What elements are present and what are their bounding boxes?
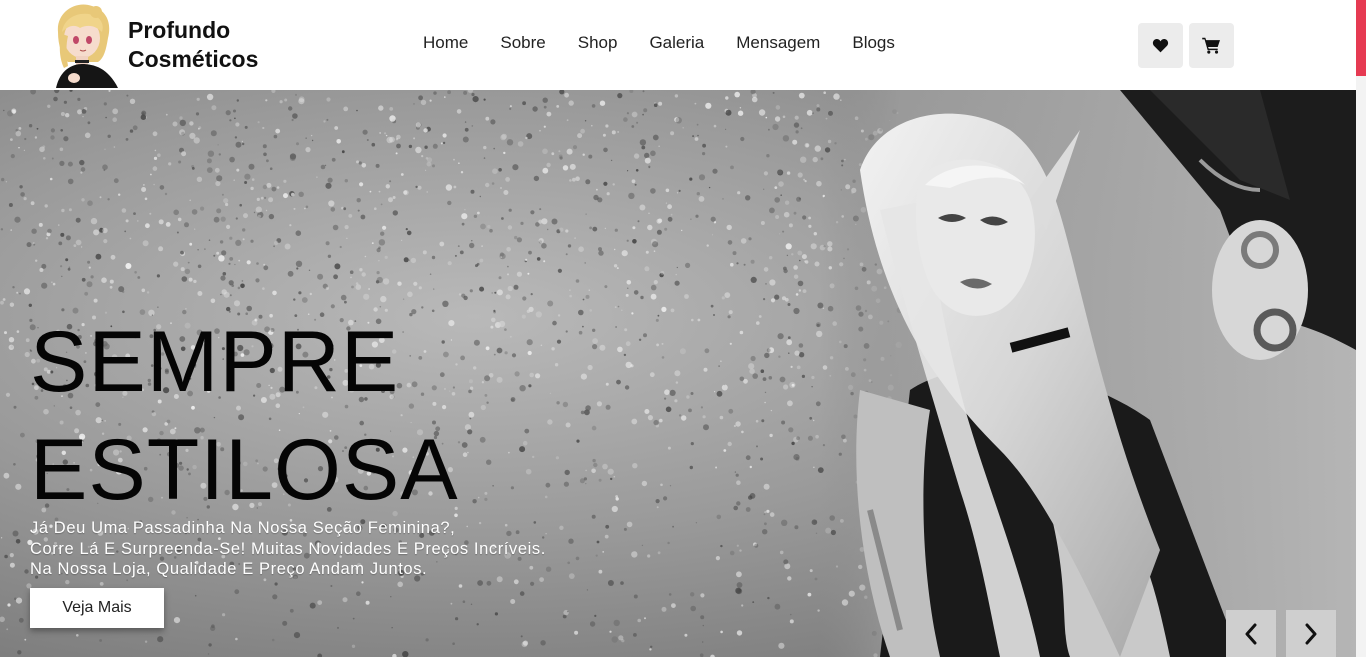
scrollbar-thumb[interactable] <box>1356 0 1366 76</box>
brand-line-2: Cosméticos <box>128 46 259 72</box>
brand-line-1: Profundo <box>128 17 231 43</box>
hero-title-line-2: ESTILOSA <box>30 422 459 518</box>
hero-model-photo <box>820 90 1356 657</box>
brand-name[interactable]: Profundo Cosméticos <box>128 16 258 74</box>
veja-mais-button[interactable]: Veja Mais <box>30 588 164 628</box>
hero-title: SEMPRE ESTILOSA <box>30 308 459 524</box>
cart-button[interactable] <box>1189 23 1234 68</box>
nav-item-home[interactable]: Home <box>407 33 484 53</box>
hero-title-line-1: SEMPRE <box>30 314 400 410</box>
nav-item-blogs[interactable]: Blogs <box>836 33 911 53</box>
nav-item-mensagem[interactable]: Mensagem <box>720 33 836 53</box>
chevron-left-icon <box>1245 623 1257 644</box>
heart-icon <box>1152 38 1169 53</box>
site-header: Profundo Cosméticos Home Sobre Shop Gale… <box>0 0 1356 90</box>
hero-text-line-3: Na Nossa Loja, Qualidade E Preço Andam J… <box>30 560 428 578</box>
nav-item-sobre[interactable]: Sobre <box>484 33 561 53</box>
scrollbar-track[interactable] <box>1356 76 1366 657</box>
anime-girl-avatar-icon[interactable] <box>46 2 128 88</box>
main-nav: Home Sobre Shop Galeria Mensagem Blogs <box>407 33 911 53</box>
carousel-prev-button[interactable] <box>1226 610 1276 657</box>
hero-description: Já Deu Uma Passadinha Na Nossa Seção Fem… <box>30 518 546 580</box>
chevron-right-icon <box>1305 623 1317 644</box>
nav-item-shop[interactable]: Shop <box>562 33 634 53</box>
hero-text-line-1: Já Deu Uma Passadinha Na Nossa Seção Fem… <box>30 519 456 537</box>
wishlist-button[interactable] <box>1138 23 1183 68</box>
hero-text-line-2: Corre Lá E Surpreenda-Se! Muitas Novidad… <box>30 539 546 558</box>
cart-icon <box>1202 37 1220 54</box>
hero-banner: SEMPRE ESTILOSA Já Deu Uma Passadinha Na… <box>0 90 1356 657</box>
nav-item-galeria[interactable]: Galeria <box>633 33 720 53</box>
carousel-next-button[interactable] <box>1286 610 1336 657</box>
